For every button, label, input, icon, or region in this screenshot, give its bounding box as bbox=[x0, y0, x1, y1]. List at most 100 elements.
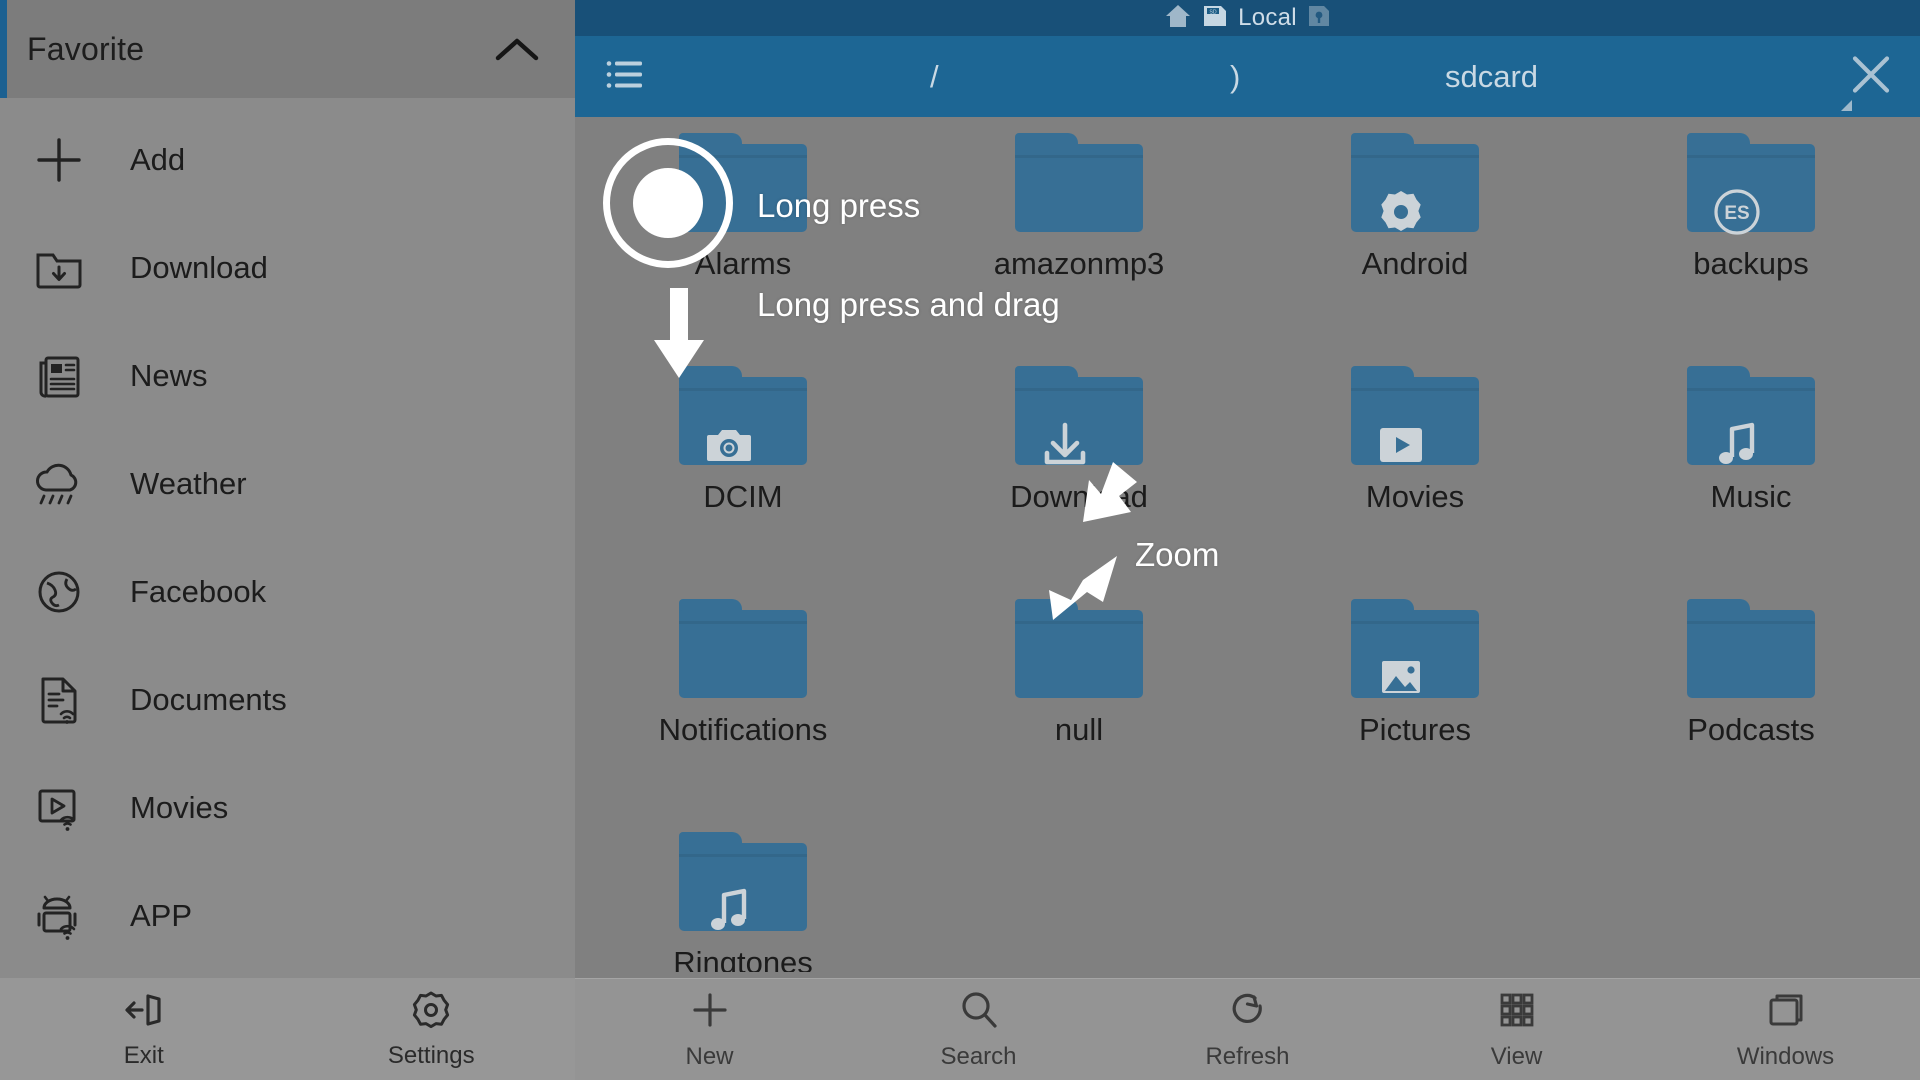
storage-location-bar: SD Local bbox=[575, 0, 1920, 36]
svg-text:SD: SD bbox=[1209, 9, 1216, 15]
close-icon[interactable] bbox=[1848, 51, 1894, 102]
folder-icon bbox=[679, 133, 807, 232]
exit-label: Exit bbox=[123, 1041, 164, 1069]
settings-label: Settings bbox=[387, 1041, 475, 1069]
folder-item[interactable]: Notifications bbox=[575, 583, 911, 816]
folder-name: amazonmp3 bbox=[993, 246, 1165, 281]
breadcrumb-sdcard[interactable]: sdcard bbox=[1445, 59, 1538, 95]
sidebar-item-movies[interactable]: Movies bbox=[0, 754, 575, 862]
folder-item[interactable]: ES backups bbox=[1583, 117, 1919, 350]
sidebar-item-label: APP bbox=[130, 898, 193, 933]
sidebar-item-app[interactable]: APP bbox=[0, 862, 575, 970]
music-note-icon bbox=[703, 885, 755, 937]
folder-icon bbox=[1015, 599, 1143, 698]
location-label: Local bbox=[1238, 4, 1297, 31]
file-browser-panel: SD Local / ) sdcard Alarms amazonmp3 And… bbox=[575, 0, 1920, 1080]
new-label: New bbox=[685, 1042, 734, 1070]
folder-name: Android bbox=[1361, 246, 1469, 281]
svg-text:ES: ES bbox=[1724, 203, 1749, 224]
folder-name: DCIM bbox=[703, 479, 783, 514]
exit-button[interactable]: Exit bbox=[0, 978, 288, 1080]
folder-name: Alarms bbox=[694, 246, 792, 281]
newspaper-icon bbox=[30, 347, 88, 405]
sidebar-item-news[interactable]: News bbox=[0, 322, 575, 430]
favorite-header[interactable]: Favorite bbox=[0, 0, 575, 98]
hamburger-menu-icon[interactable] bbox=[605, 58, 645, 95]
folder-item[interactable]: amazonmp3 bbox=[911, 117, 1247, 350]
sidebar-item-label: Weather bbox=[130, 466, 247, 501]
grid-row: Notifications null Pictures Podcasts bbox=[575, 583, 1920, 816]
folder-item[interactable]: Music bbox=[1583, 350, 1919, 583]
search-button[interactable]: Search bbox=[844, 979, 1113, 1080]
favorite-title: Favorite bbox=[27, 30, 145, 67]
folder-item[interactable]: Ringtones bbox=[575, 816, 911, 972]
chevron-up-icon[interactable] bbox=[495, 36, 539, 62]
folder-item[interactable]: Pictures bbox=[1247, 583, 1583, 816]
sidebar-item-add[interactable]: Add bbox=[0, 106, 575, 214]
sidebar-item-weather[interactable]: Weather bbox=[0, 430, 575, 538]
grid-row: Alarms amazonmp3 Android ES backups bbox=[575, 117, 1920, 350]
breadcrumb-root[interactable]: / bbox=[930, 59, 939, 95]
folder-item[interactable]: DCIM bbox=[575, 350, 911, 583]
image-icon bbox=[1375, 652, 1427, 704]
folder-name: Ringtones bbox=[673, 945, 813, 972]
music-note-icon bbox=[1711, 419, 1763, 471]
folder-icon bbox=[1015, 133, 1143, 232]
home-icon[interactable] bbox=[1164, 3, 1192, 34]
sdcard-locked-icon[interactable] bbox=[1307, 4, 1331, 33]
sidebar-item-label: Download bbox=[130, 250, 268, 285]
folder-icon bbox=[1015, 366, 1143, 465]
rain-cloud-icon bbox=[30, 455, 88, 513]
windows-button[interactable]: Windows bbox=[1651, 979, 1920, 1080]
sidebar-item-documents[interactable]: Documents bbox=[0, 646, 575, 754]
sidebar-item-label: Movies bbox=[130, 790, 229, 825]
folder-item[interactable]: Alarms bbox=[575, 117, 911, 350]
settings-button[interactable]: Settings bbox=[288, 978, 576, 1080]
folder-icon bbox=[679, 366, 807, 465]
sdcard-icon[interactable]: SD bbox=[1202, 4, 1228, 33]
gear-icon bbox=[1375, 186, 1427, 238]
sidebar-item-download[interactable]: Download bbox=[0, 214, 575, 322]
folder-icon bbox=[1687, 599, 1815, 698]
new-button[interactable]: New bbox=[575, 979, 844, 1080]
file-grid: Alarms amazonmp3 Android ES backups DCIM… bbox=[575, 117, 1920, 972]
sidebar-item-facebook[interactable]: Facebook bbox=[0, 538, 575, 646]
breadcrumb-separator[interactable]: ) bbox=[1230, 59, 1240, 95]
sidebar-bottom-toolbar: Exit Settings bbox=[0, 978, 575, 1080]
folder-name: Podcasts bbox=[1687, 712, 1815, 747]
folder-icon bbox=[1687, 366, 1815, 465]
folder-name: Music bbox=[1710, 479, 1792, 514]
refresh-label: Refresh bbox=[1205, 1042, 1290, 1070]
folder-item[interactable]: Download bbox=[911, 350, 1247, 583]
exit-icon bbox=[123, 989, 165, 1036]
grid-row: DCIM Download Movies Music bbox=[575, 350, 1920, 583]
folder-name: Download bbox=[1010, 479, 1148, 514]
sidebar-item-label: Documents bbox=[130, 682, 287, 717]
view-label: View bbox=[1490, 1042, 1543, 1070]
folder-name: backups bbox=[1693, 246, 1809, 281]
windows-icon bbox=[1765, 989, 1807, 1036]
gear-icon bbox=[410, 989, 452, 1036]
refresh-button[interactable]: Refresh bbox=[1113, 979, 1382, 1080]
folder-item[interactable]: null bbox=[911, 583, 1247, 816]
camera-icon bbox=[703, 419, 755, 471]
folder-item[interactable]: Android bbox=[1247, 117, 1583, 350]
android-wifi-icon bbox=[30, 887, 88, 945]
folder-item-empty bbox=[911, 816, 1247, 972]
refresh-icon bbox=[1227, 989, 1269, 1036]
grid-view-icon bbox=[1496, 989, 1538, 1036]
document-wifi-icon bbox=[30, 671, 88, 729]
view-button[interactable]: View bbox=[1382, 979, 1651, 1080]
es-logo-icon: ES bbox=[1711, 186, 1763, 238]
folder-item[interactable]: Podcasts bbox=[1583, 583, 1919, 816]
video-wifi-icon bbox=[30, 779, 88, 837]
folder-icon bbox=[1351, 599, 1479, 698]
folder-item-empty bbox=[1583, 816, 1919, 972]
folder-icon bbox=[1351, 366, 1479, 465]
download-icon bbox=[1039, 419, 1091, 471]
plus-icon bbox=[689, 989, 731, 1036]
plus-icon bbox=[30, 131, 88, 189]
folder-item[interactable]: Movies bbox=[1247, 350, 1583, 583]
favorites-list: Add Download News Weather Facebook Docum… bbox=[0, 98, 575, 978]
search-icon bbox=[958, 989, 1000, 1036]
